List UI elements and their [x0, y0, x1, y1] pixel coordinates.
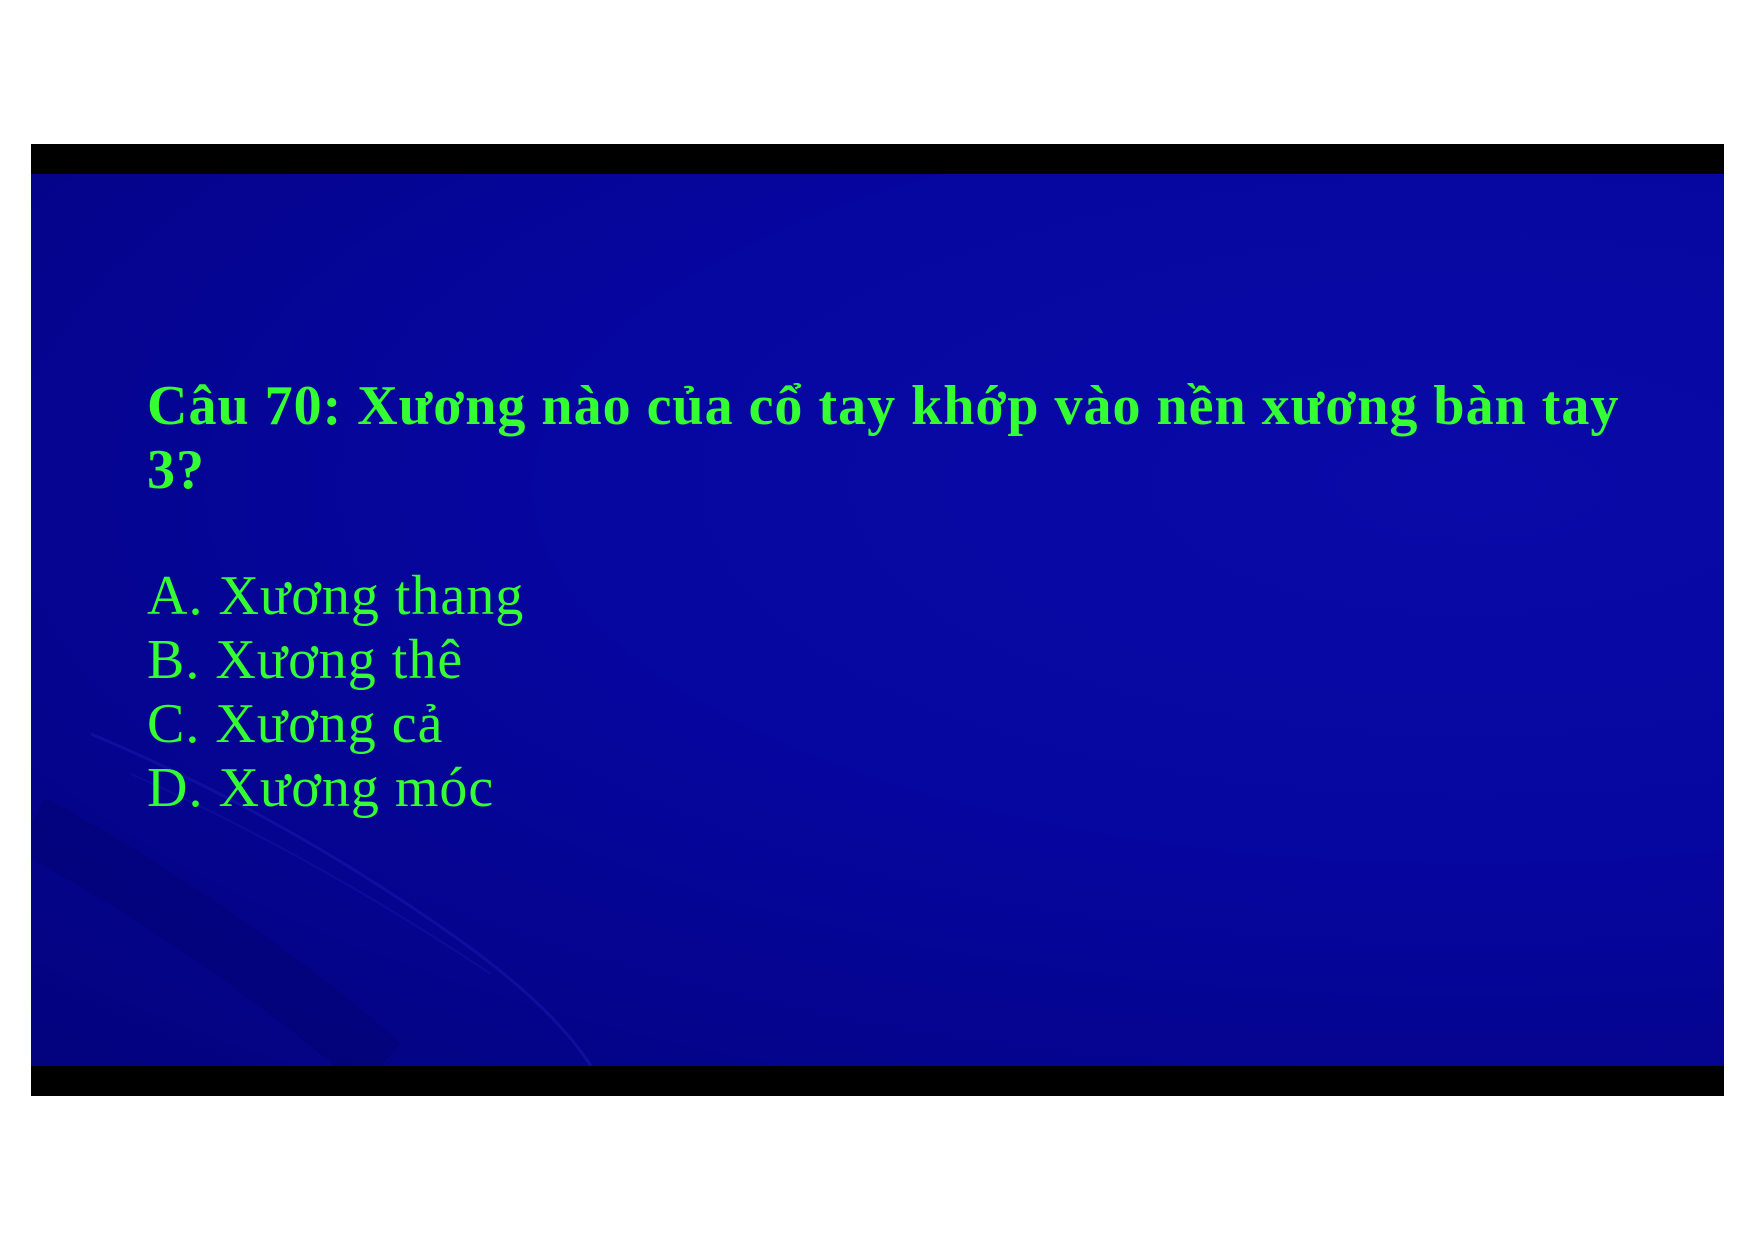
option-d: D. Xương móc: [147, 757, 495, 819]
option-b: B. Xương thê: [147, 629, 464, 691]
question-text: Câu 70: Xương nào của cổ tay khớp vào nề…: [147, 375, 1620, 501]
option-a: A. Xương thang: [147, 565, 525, 627]
option-c: C. Xương cả: [147, 693, 444, 755]
slide-frame: Câu 70: Xương nào của cổ tay khớp vào nề…: [31, 144, 1724, 1096]
slide-content: Câu 70: Xương nào của cổ tay khớp vào nề…: [31, 174, 1724, 1066]
answer-options: A. Xương thang B. Xương thê C. Xương cả …: [147, 564, 524, 820]
